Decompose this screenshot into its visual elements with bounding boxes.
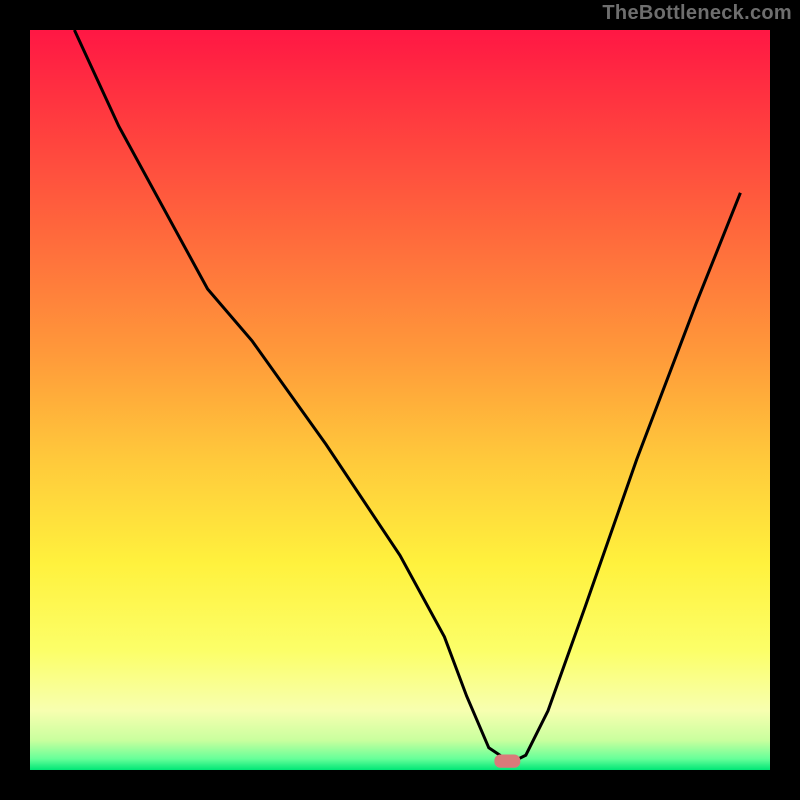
watermark-text: TheBottleneck.com	[602, 2, 792, 25]
chart-container: TheBottleneck.com	[0, 0, 800, 800]
optimal-point-marker	[494, 755, 520, 768]
bottleneck-chart	[0, 0, 800, 800]
